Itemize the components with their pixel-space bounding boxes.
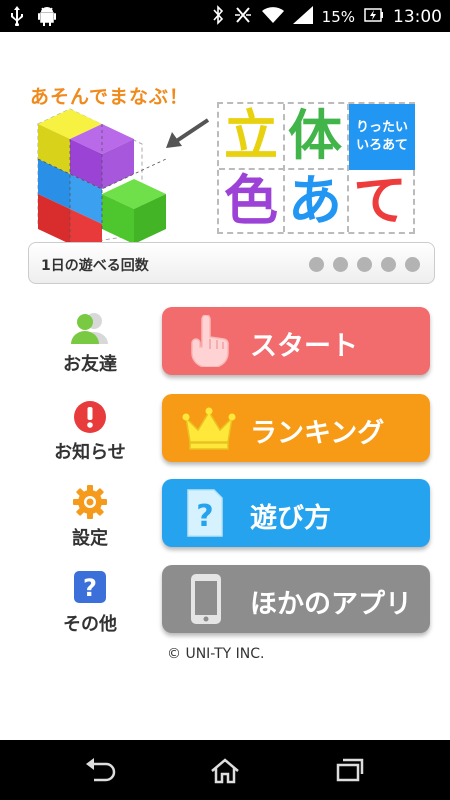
plays-remaining-bar: 1日の遊べる回数 xyxy=(28,242,435,284)
play-dot xyxy=(405,257,420,272)
how-to-play-button[interactable]: ? 遊び方 xyxy=(162,479,430,547)
ranking-button[interactable]: ランキング xyxy=(162,394,430,462)
back-icon[interactable] xyxy=(84,758,116,786)
mute-icon xyxy=(233,5,253,29)
android-icon xyxy=(38,6,56,30)
friends-icon xyxy=(70,312,110,348)
play-dot xyxy=(357,257,372,272)
logo-ruby: りったい いろあて xyxy=(349,104,415,170)
friends-button[interactable]: お友達 xyxy=(40,312,140,382)
question-icon: ? xyxy=(73,570,107,608)
start-button[interactable]: スタート xyxy=(162,307,430,375)
svg-text:?: ? xyxy=(196,499,213,534)
notice-label: お知らせ xyxy=(54,442,126,463)
home-icon[interactable] xyxy=(210,758,240,788)
help-document-icon: ? xyxy=(186,488,224,545)
clock: 13:00 xyxy=(393,7,442,27)
logo-char-iro: 色 xyxy=(224,169,278,232)
start-label: スタート xyxy=(250,331,358,362)
battery-charging-icon xyxy=(364,8,384,26)
copyright: © UNI-TY INC. xyxy=(167,646,265,662)
settings-label: 設定 xyxy=(72,528,108,549)
plays-label: 1日の遊べる回数 xyxy=(41,258,149,274)
arrow-icon xyxy=(164,116,212,156)
play-dot xyxy=(309,257,324,272)
navigation-bar xyxy=(0,740,450,800)
crown-icon xyxy=(182,406,236,457)
app-logo: 立 体 りったい いろあて 色 あ て xyxy=(217,102,415,234)
other-button[interactable]: ? その他 xyxy=(40,570,140,640)
notice-icon xyxy=(73,400,107,438)
cube-illustration xyxy=(30,104,180,248)
smartphone-icon xyxy=(190,573,222,632)
app-screen: あそんでまなぶ！ 立 体 りったい いろあて 色 あ て 1日の遊べる回数 お友… xyxy=(0,32,450,740)
ranking-label: ランキング xyxy=(250,418,385,449)
pointing-hand-icon xyxy=(182,314,232,374)
logo-char-tai: 体 xyxy=(288,104,342,167)
logo-char-te: て xyxy=(353,169,407,232)
other-apps-label: ほかのアプリ xyxy=(250,589,412,620)
gear-icon xyxy=(72,484,108,524)
bluetooth-icon xyxy=(212,5,224,29)
friends-label: お友達 xyxy=(63,354,117,375)
other-apps-button[interactable]: ほかのアプリ xyxy=(162,565,430,633)
usb-icon xyxy=(10,6,24,30)
settings-button[interactable]: 設定 xyxy=(40,484,140,554)
notice-button[interactable]: お知らせ xyxy=(40,400,140,470)
battery-percent: 15% xyxy=(321,8,355,26)
play-dot xyxy=(381,257,396,272)
status-bar: 15% 13:00 xyxy=(0,0,450,32)
signal-icon xyxy=(292,6,313,28)
logo-char-ritsu: 立 xyxy=(224,104,278,167)
svg-text:?: ? xyxy=(83,574,97,602)
plays-dots xyxy=(309,257,420,272)
recent-apps-icon[interactable] xyxy=(336,758,364,786)
other-label: その他 xyxy=(63,614,117,635)
play-dot xyxy=(333,257,348,272)
how-to-play-label: 遊び方 xyxy=(250,503,331,534)
wifi-icon xyxy=(261,6,284,28)
logo-char-a: あ xyxy=(288,169,342,232)
